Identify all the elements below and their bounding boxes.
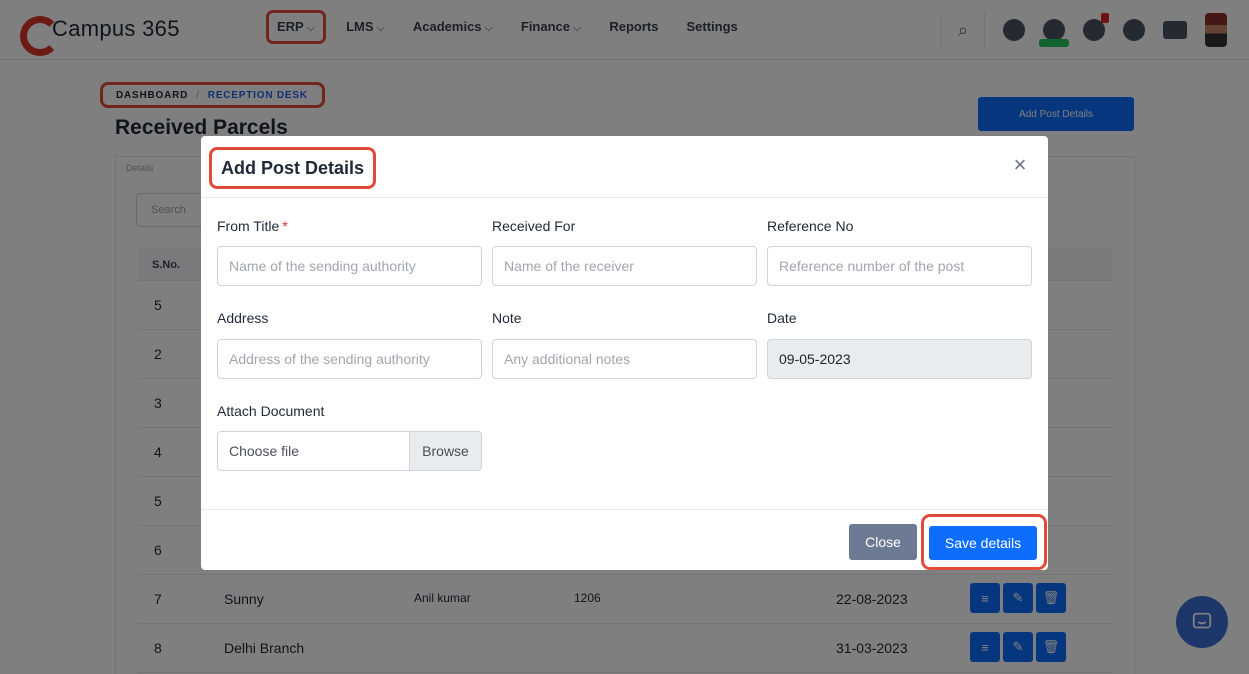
browse-button[interactable]: Browse [409, 432, 481, 470]
file-name-text: Choose file [229, 443, 300, 459]
received-for-input[interactable] [492, 246, 757, 286]
reference-no-input[interactable] [767, 246, 1032, 286]
received-for-label: Received For [492, 218, 576, 234]
modal-header: Add Post Details × [201, 136, 1048, 198]
date-input[interactable] [767, 339, 1032, 379]
attach-document-label: Attach Document [217, 403, 325, 419]
close-button[interactable]: Close [849, 524, 917, 560]
date-label: Date [767, 310, 797, 326]
modal-title: Add Post Details [209, 147, 377, 189]
address-input[interactable] [217, 339, 482, 379]
from-title-input[interactable] [217, 246, 482, 286]
note-label: Note [492, 310, 522, 326]
note-input[interactable] [492, 339, 757, 379]
save-highlight: Save details [921, 514, 1047, 570]
attach-document-input[interactable]: Choose file Browse [217, 431, 482, 471]
add-post-details-modal: Add Post Details × From Title* Received … [201, 136, 1048, 570]
reference-no-label: Reference No [767, 218, 854, 234]
label-text: From Title [217, 218, 280, 234]
save-details-button[interactable]: Save details [929, 526, 1037, 560]
address-label: Address [217, 310, 269, 326]
from-title-label: From Title * [217, 218, 288, 234]
close-icon[interactable]: × [1008, 153, 1032, 177]
required-asterisk: * [282, 218, 288, 234]
modal-footer: Close Save details [201, 509, 1048, 570]
